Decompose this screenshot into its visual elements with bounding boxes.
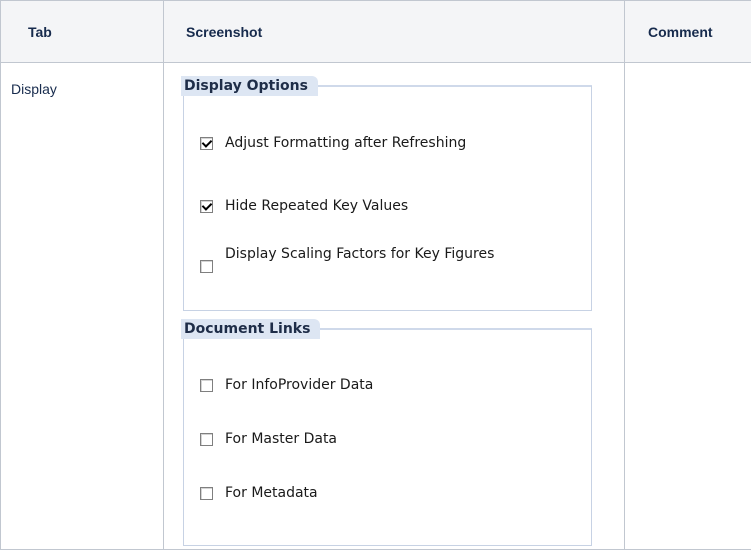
option-label: Hide Repeated Key Values [225, 197, 408, 215]
table-row: Display Display Options Adjust Formattin… [1, 63, 751, 550]
settings-screenshot: Display Options Adjust Formatting after … [181, 76, 592, 556]
option-display-scaling-factors[interactable]: Display Scaling Factors for Key Figures [200, 246, 545, 273]
document-links-group: Document Links For InfoProvider Data For… [181, 319, 592, 547]
option-label: Display Scaling Factors for Key Figures [225, 246, 545, 263]
checkbox-unchecked-icon[interactable] [200, 433, 213, 446]
header-tab: Tab [1, 1, 164, 63]
table-header-row: Tab Screenshot Comment [1, 1, 751, 63]
display-options-title: Display Options [181, 76, 318, 96]
option-label: For InfoProvider Data [225, 376, 373, 394]
checkbox-unchecked-icon[interactable] [200, 487, 213, 500]
cell-comment [625, 63, 751, 550]
option-label: For Metadata [225, 484, 318, 502]
display-options-group: Display Options Adjust Formatting after … [181, 76, 592, 312]
document-links-title: Document Links [181, 319, 320, 339]
checkbox-checked-icon[interactable] [200, 137, 213, 150]
option-label: Adjust Formatting after Refreshing [225, 134, 466, 152]
header-comment: Comment [625, 1, 751, 63]
option-adjust-formatting[interactable]: Adjust Formatting after Refreshing [200, 134, 466, 152]
documentation-table: Tab Screenshot Comment Display Display O… [0, 0, 751, 550]
cell-tab-name: Display [1, 63, 164, 550]
option-metadata[interactable]: For Metadata [200, 484, 318, 502]
option-master-data[interactable]: For Master Data [200, 430, 337, 448]
checkbox-checked-icon[interactable] [200, 200, 213, 213]
cell-screenshot: Display Options Adjust Formatting after … [164, 63, 625, 550]
header-screenshot: Screenshot [164, 1, 625, 63]
option-label: For Master Data [225, 430, 337, 448]
option-hide-repeated-key-values[interactable]: Hide Repeated Key Values [200, 197, 408, 215]
checkbox-unchecked-icon[interactable] [200, 260, 213, 273]
checkbox-unchecked-icon[interactable] [200, 379, 213, 392]
option-infoprovider-data[interactable]: For InfoProvider Data [200, 376, 373, 394]
